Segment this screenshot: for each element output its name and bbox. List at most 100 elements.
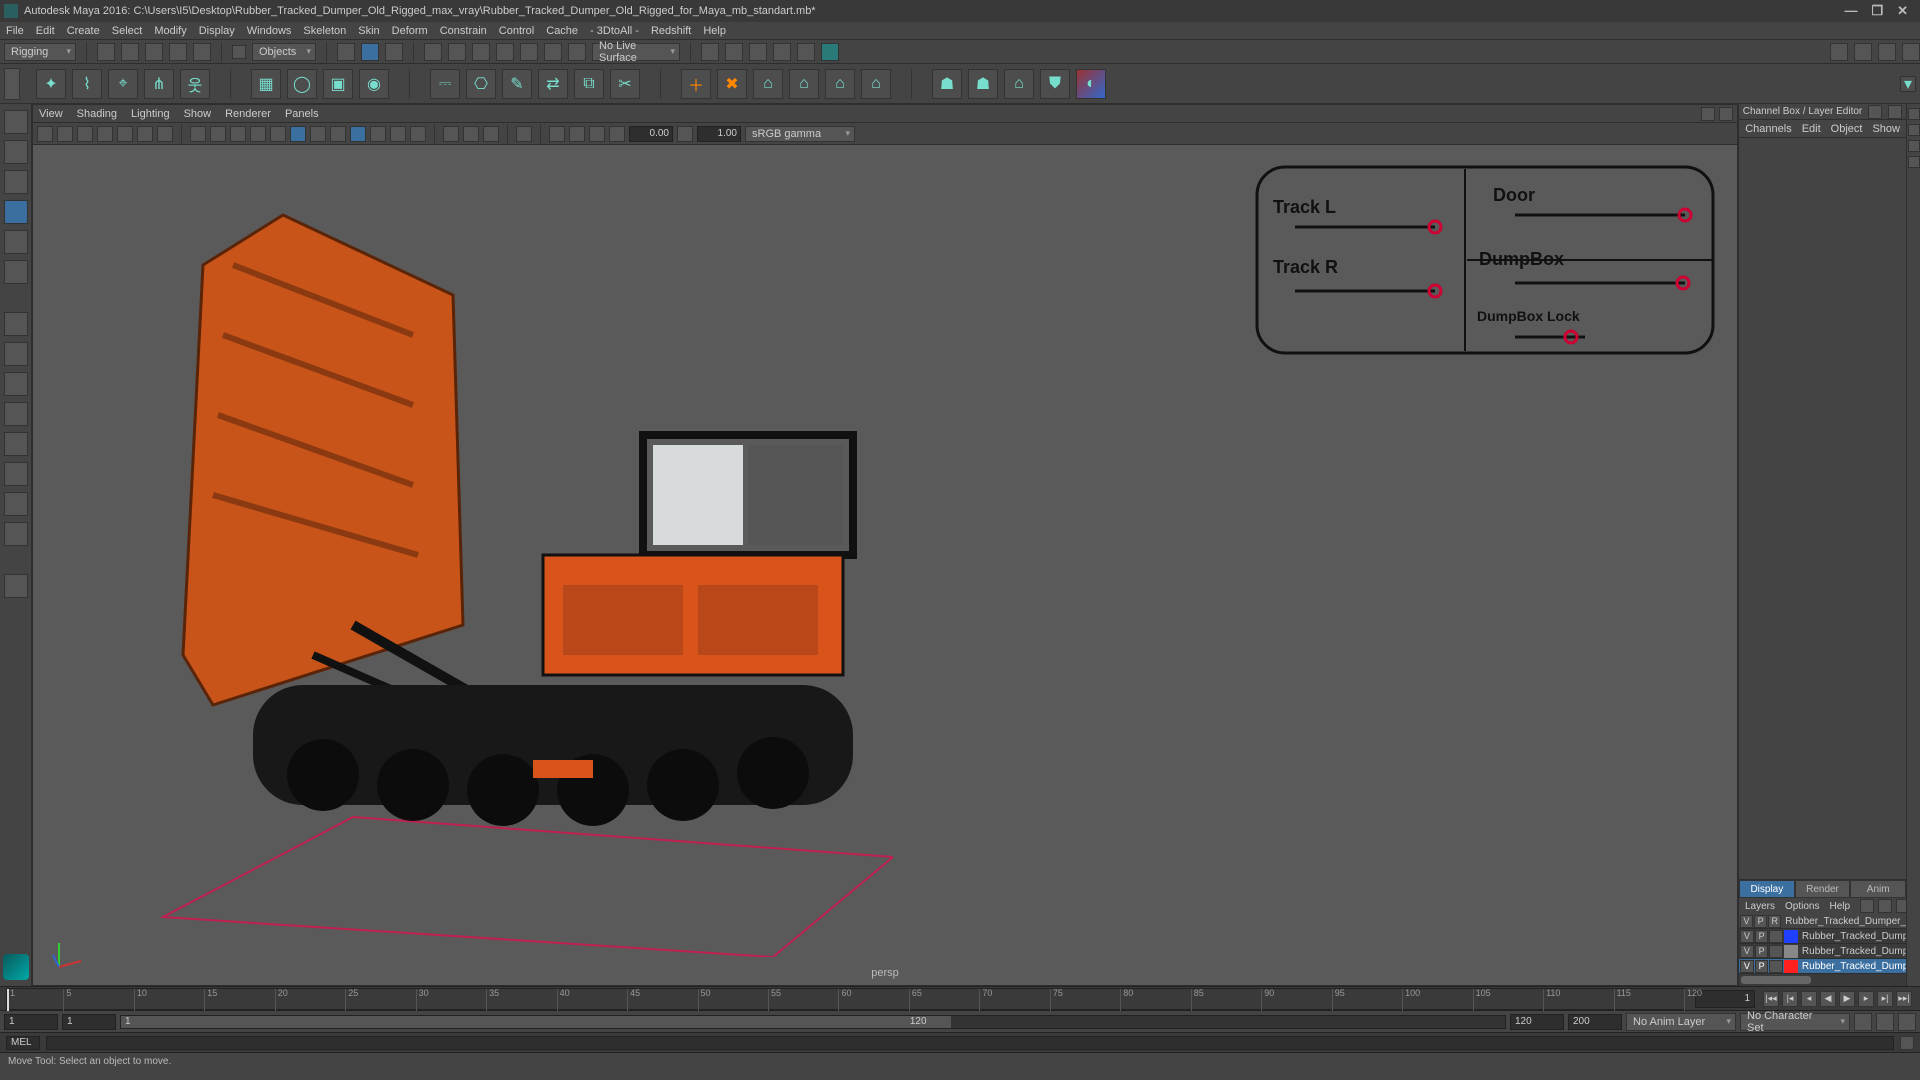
menu-deform[interactable]: Deform <box>392 25 428 37</box>
open-scene-icon[interactable] <box>121 43 139 61</box>
layer-vis-toggle[interactable]: V <box>1740 945 1754 958</box>
range-track[interactable]: 1 120 <box>120 1015 1506 1029</box>
attribute-editor-toggle-icon[interactable] <box>1908 108 1920 120</box>
remove-constraint-icon[interactable]: ✖ <box>717 69 747 99</box>
layer-tab-display[interactable]: Display <box>1739 880 1795 898</box>
workspace-dropdown[interactable]: Rigging <box>4 43 76 61</box>
deform-icon[interactable]: ◐ <box>1076 69 1106 99</box>
mask-icon[interactable] <box>385 43 403 61</box>
resolution-gate-icon[interactable] <box>117 126 133 142</box>
xray-joints-icon[interactable] <box>350 126 366 142</box>
lattice-icon[interactable]: ▦ <box>251 69 281 99</box>
exposure-icon[interactable] <box>443 126 459 142</box>
layer-tab-anim[interactable]: Anim <box>1850 880 1906 898</box>
layer-move-up-icon[interactable] <box>1860 899 1874 913</box>
layer-playback-toggle[interactable]: P <box>1755 930 1769 943</box>
snap-grid-icon[interactable] <box>424 43 442 61</box>
render-override-icon[interactable] <box>549 126 565 142</box>
last-tool-icon[interactable] <box>4 312 28 336</box>
snap-curve-icon[interactable] <box>448 43 466 61</box>
motion-blur-icon[interactable] <box>390 126 406 142</box>
ao-icon[interactable] <box>370 126 386 142</box>
rotate-tool-icon[interactable] <box>4 230 28 254</box>
minimize-button[interactable]: — <box>1844 3 1857 19</box>
menu-skeleton[interactable]: Skeleton <box>303 25 346 37</box>
smooth-shade-icon[interactable] <box>230 126 246 142</box>
bind-skin-icon[interactable]: ⎓ <box>430 69 460 99</box>
vp-menu-show[interactable]: Show <box>184 108 212 120</box>
maximize-button[interactable]: ❐ <box>1871 3 1883 19</box>
vp-max-icon[interactable] <box>1719 107 1733 121</box>
layer-move-down-icon[interactable] <box>1878 899 1892 913</box>
layer-ref-toggle[interactable] <box>1769 960 1783 973</box>
panel-close-icon[interactable] <box>1888 105 1902 119</box>
joint-tool-icon[interactable]: ⌇ <box>72 69 102 99</box>
set-key-icon[interactable] <box>1876 1013 1894 1031</box>
step-back-key-icon[interactable]: |◂ <box>1782 991 1798 1007</box>
menu-create[interactable]: Create <box>67 25 100 37</box>
viewtransform-icon[interactable] <box>483 126 499 142</box>
character-set-dropdown[interactable]: No Character Set <box>1740 1013 1850 1031</box>
live-surface-dropdown[interactable]: No Live Surface <box>592 43 680 61</box>
pose-icon[interactable]: ⛊ <box>1040 69 1070 99</box>
rig-control-panel[interactable]: Track L Track R Door DumpBox <box>1255 165 1715 355</box>
layer-vis-toggle[interactable]: V <box>1740 960 1754 973</box>
layer-playback-toggle[interactable]: P <box>1755 960 1769 973</box>
tool-settings-toggle-icon[interactable] <box>1908 124 1920 136</box>
go-end-icon[interactable]: ▸▸| <box>1896 991 1912 1007</box>
layer-tab-render[interactable]: Render <box>1795 880 1851 898</box>
make-live-icon[interactable] <box>568 43 586 61</box>
menu-3dtoall[interactable]: - 3DtoAll - <box>590 25 639 37</box>
gate-mask-icon[interactable] <box>137 126 153 142</box>
menu-cache[interactable]: Cache <box>546 25 578 37</box>
render-view-icon[interactable] <box>797 43 815 61</box>
layer-color-swatch[interactable] <box>1784 930 1798 943</box>
script-editor-icon[interactable] <box>1900 1036 1914 1050</box>
placeholder-icon[interactable] <box>4 574 28 598</box>
menu-help[interactable]: Help <box>703 25 726 37</box>
step-back-icon[interactable]: ◂ <box>1801 991 1817 1007</box>
range-start-field[interactable]: 1 <box>4 1014 58 1030</box>
panel-layout-icon[interactable] <box>1878 43 1896 61</box>
undo-icon[interactable] <box>169 43 187 61</box>
auto-key-icon[interactable] <box>1854 1013 1872 1031</box>
vp-popout-icon[interactable] <box>1701 107 1715 121</box>
panel-layout-icon[interactable] <box>1854 43 1872 61</box>
menu-redshift[interactable]: Redshift <box>651 25 691 37</box>
scale-tool-icon[interactable] <box>4 260 28 284</box>
layout-icon[interactable] <box>4 492 28 516</box>
layer-name[interactable]: Rubber_Tracked_Dump <box>1802 946 1906 957</box>
command-input[interactable] <box>46 1036 1894 1050</box>
gamma-reset-icon[interactable] <box>677 126 693 142</box>
mirror-weights-icon[interactable]: ⇄ <box>538 69 568 99</box>
menu-display[interactable]: Display <box>199 25 235 37</box>
layout-outliner-icon[interactable] <box>4 432 28 456</box>
colorspace-dropdown[interactable]: sRGB gamma <box>745 126 855 142</box>
exposure-reset-icon[interactable] <box>609 126 625 142</box>
layout-single-icon[interactable] <box>4 342 28 366</box>
select-tool-icon[interactable] <box>4 110 28 134</box>
close-button[interactable]: ✕ <box>1897 3 1908 19</box>
control-icon[interactable]: ⌂ <box>1004 69 1034 99</box>
gamma-field[interactable]: 1.00 <box>697 126 741 142</box>
image-plane-icon[interactable] <box>77 126 93 142</box>
wrap-icon[interactable]: ◉ <box>359 69 389 99</box>
viewport-3d[interactable]: Track L Track R Door DumpBox <box>33 145 1737 985</box>
redo-icon[interactable] <box>193 43 211 61</box>
bookmark-icon[interactable] <box>57 126 73 142</box>
vehicle-mesh[interactable] <box>113 185 873 835</box>
layer-color-swatch[interactable] <box>1784 960 1798 973</box>
cb-tab-show[interactable]: Show <box>1872 123 1900 135</box>
range-inner-start-field[interactable]: 1 <box>62 1014 116 1030</box>
current-frame-field[interactable]: 1 <box>1695 990 1755 1008</box>
layer-col-name[interactable]: Rubber_Tracked_Dumper_Ol <box>1785 916 1906 927</box>
hik-icon[interactable]: ☗ <box>932 69 962 99</box>
vp-menu-renderer[interactable]: Renderer <box>225 108 271 120</box>
time-slider[interactable]: 1510152025303540455055606570758085909510… <box>0 986 1920 1010</box>
layer-ref-toggle[interactable] <box>1769 945 1783 958</box>
film-gate-icon[interactable] <box>97 126 113 142</box>
panel-popout-icon[interactable] <box>1868 105 1882 119</box>
layer-name[interactable]: Rubber_Tracked_Dump <box>1802 961 1906 972</box>
cb-tab-edit[interactable]: Edit <box>1802 123 1821 135</box>
anim-layer-dropdown[interactable]: No Anim Layer <box>1626 1013 1736 1031</box>
